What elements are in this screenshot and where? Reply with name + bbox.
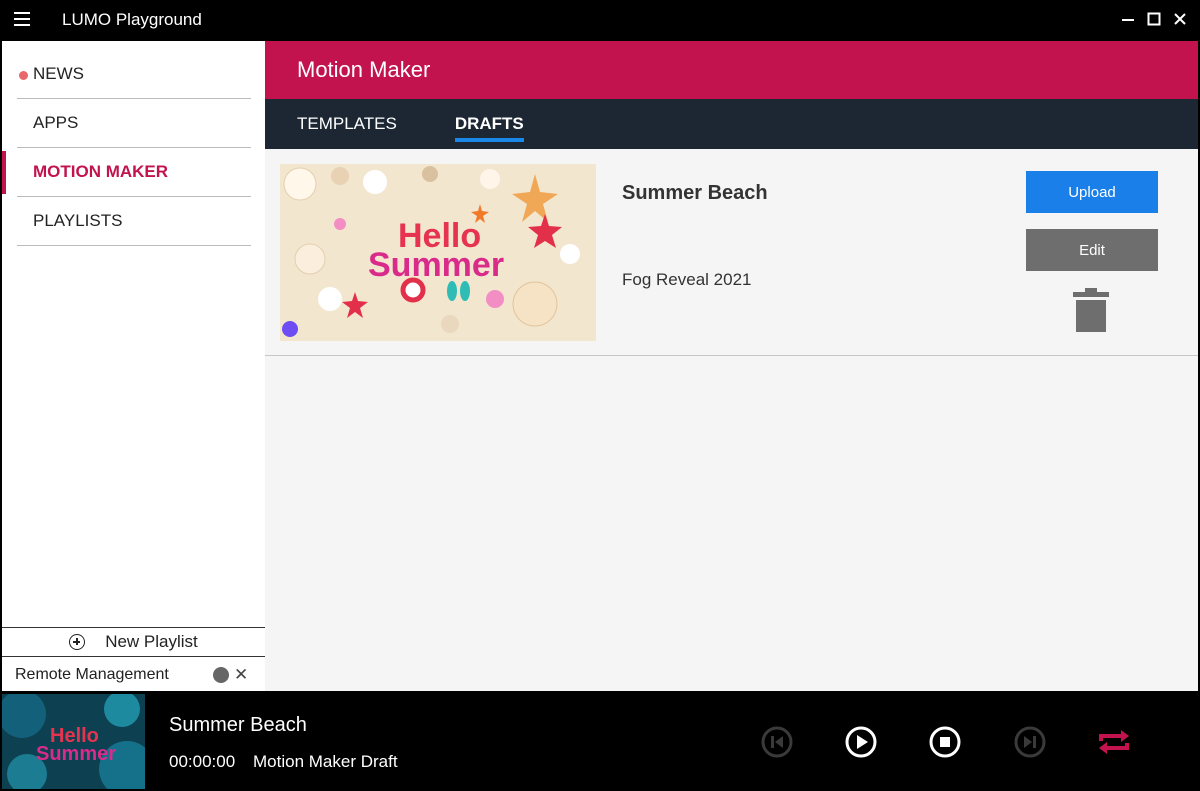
hello-summer-image: Hello Summer bbox=[280, 164, 596, 341]
hamburger-menu-icon[interactable] bbox=[14, 12, 36, 28]
sidebar-item-motion-maker[interactable]: MOTION MAKER bbox=[17, 148, 251, 197]
new-playlist-button[interactable]: New Playlist bbox=[2, 627, 265, 657]
minimize-button[interactable] bbox=[1117, 8, 1139, 30]
remote-management-bar: Remote Management ✕ bbox=[2, 658, 265, 691]
stop-icon[interactable] bbox=[928, 725, 962, 759]
next-icon[interactable] bbox=[1013, 725, 1047, 759]
draft-template-name: Fog Reveal 2021 bbox=[622, 270, 752, 289]
app-title: LUMO Playground bbox=[62, 10, 202, 29]
close-icon bbox=[1174, 13, 1186, 25]
tab-bar: TEMPLATES DRAFTS bbox=[265, 99, 1198, 149]
sidebar-item-news[interactable]: NEWS bbox=[17, 50, 251, 99]
draft-title: Summer Beach bbox=[622, 182, 768, 204]
draft-list-item: Hello Summer Summer Beach Fog Reveal 202… bbox=[265, 149, 1198, 356]
title-bar: LUMO Playground bbox=[0, 0, 1200, 40]
remote-management-toggle[interactable] bbox=[213, 667, 229, 683]
sidebar-item-label: APPS bbox=[33, 113, 79, 132]
unread-dot bbox=[19, 71, 28, 80]
repeat-icon[interactable] bbox=[1097, 725, 1131, 759]
upload-button[interactable]: Upload bbox=[1026, 171, 1158, 213]
player-bar: Hello Summer Summer Beach 00:00:00 Motio… bbox=[0, 692, 1200, 791]
sidebar-item-label: PLAYLISTS bbox=[33, 211, 123, 230]
play-icon[interactable] bbox=[844, 725, 878, 759]
trash-icon[interactable] bbox=[1071, 288, 1111, 334]
now-playing-title: Summer Beach bbox=[169, 714, 307, 736]
edit-button[interactable]: Edit bbox=[1026, 229, 1158, 271]
new-playlist-label: New Playlist bbox=[105, 632, 198, 651]
hello-summer-image: Hello Summer bbox=[2, 694, 145, 789]
remote-management-label: Remote Management bbox=[15, 665, 169, 683]
sidebar: NEWS APPS MOTION MAKER PLAYLISTS New Pla… bbox=[2, 41, 265, 691]
maximize-icon bbox=[1147, 12, 1161, 26]
sidebar-item-label: MOTION MAKER bbox=[33, 162, 169, 181]
svg-text:Summer: Summer bbox=[36, 743, 116, 765]
draft-thumbnail[interactable]: Hello Summer bbox=[280, 164, 596, 341]
now-playing-description: Motion Maker Draft bbox=[253, 752, 398, 771]
playback-time: 00:00:00 bbox=[169, 752, 236, 771]
sidebar-item-label: NEWS bbox=[33, 64, 84, 83]
now-playing-thumbnail[interactable]: Hello Summer bbox=[2, 694, 145, 789]
sidebar-item-apps[interactable]: APPS bbox=[17, 99, 251, 148]
sidebar-item-playlists[interactable]: PLAYLISTS bbox=[17, 197, 251, 246]
close-window-button[interactable] bbox=[1169, 8, 1191, 30]
tab-templates[interactable]: TEMPLATES bbox=[297, 114, 397, 134]
tab-drafts[interactable]: DRAFTS bbox=[454, 114, 524, 142]
close-remote-icon[interactable]: ✕ bbox=[234, 665, 248, 685]
maximize-button[interactable] bbox=[1143, 8, 1165, 30]
active-indicator bbox=[2, 151, 6, 194]
previous-icon[interactable] bbox=[760, 725, 794, 759]
svg-text:Summer: Summer bbox=[368, 246, 504, 284]
page-title: Motion Maker bbox=[265, 41, 1198, 99]
main-panel: Motion Maker TEMPLATES DRAFTS Hello Summ… bbox=[265, 41, 1198, 691]
minimize-icon bbox=[1122, 19, 1134, 21]
add-circle-icon bbox=[69, 634, 86, 650]
